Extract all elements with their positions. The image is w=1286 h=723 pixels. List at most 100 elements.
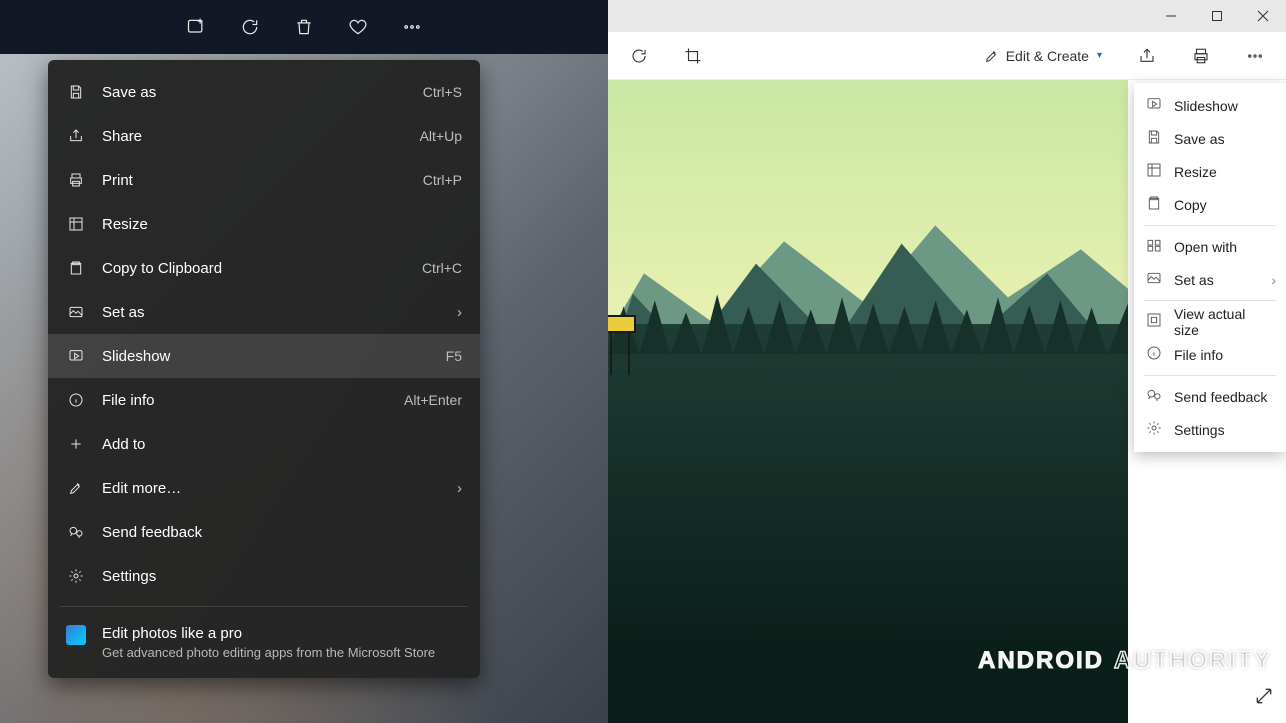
light-menu-openwith[interactable]: Open with bbox=[1134, 230, 1286, 263]
dark-menu-clipboard[interactable]: Copy to ClipboardCtrl+C bbox=[48, 246, 480, 290]
resize-icon bbox=[66, 214, 86, 234]
more-icon[interactable] bbox=[400, 15, 424, 39]
rotate-icon[interactable] bbox=[238, 15, 262, 39]
chevron-right-icon: › bbox=[457, 480, 462, 497]
light-menu-clipboard[interactable]: Copy bbox=[1134, 188, 1286, 221]
image-plus-icon[interactable] bbox=[184, 15, 208, 39]
dark-menu-share[interactable]: ShareAlt+Up bbox=[48, 114, 480, 158]
light-menu-label: Settings bbox=[1174, 422, 1225, 438]
dark-menu-label: Set as bbox=[102, 304, 457, 321]
light-menu-save[interactable]: Save as bbox=[1134, 122, 1286, 155]
crop-icon[interactable] bbox=[676, 41, 710, 71]
light-menu-resize[interactable]: Resize bbox=[1134, 155, 1286, 188]
more-icon[interactable] bbox=[1238, 41, 1272, 71]
trash-icon[interactable] bbox=[292, 15, 316, 39]
light-menu-feedback[interactable]: Send feedback bbox=[1134, 380, 1286, 413]
light-menu-label: Resize bbox=[1174, 164, 1217, 180]
window-titlebar bbox=[608, 0, 1286, 32]
light-menu-label: File info bbox=[1174, 347, 1223, 363]
dark-menu-label: Settings bbox=[102, 568, 462, 585]
viewactual-icon bbox=[1146, 312, 1162, 331]
save-icon bbox=[1146, 129, 1162, 148]
dark-toolbar bbox=[0, 0, 608, 54]
settings-icon bbox=[1146, 420, 1162, 439]
dark-menu-label: Print bbox=[102, 172, 423, 189]
dark-menu-shortcut: Ctrl+S bbox=[423, 84, 462, 100]
light-menu-slideshow[interactable]: Slideshow bbox=[1134, 89, 1286, 122]
light-menu-setas[interactable]: Set as › bbox=[1134, 263, 1286, 296]
heart-icon[interactable] bbox=[346, 15, 370, 39]
setas-icon bbox=[66, 302, 86, 322]
store-icon bbox=[66, 625, 86, 645]
setas-icon bbox=[1146, 270, 1162, 289]
dark-menu-feedback[interactable]: Send feedback bbox=[48, 510, 480, 554]
dark-menu-save[interactable]: Save asCtrl+S bbox=[48, 70, 480, 114]
light-menu-label: Open with bbox=[1174, 239, 1237, 255]
light-menu-label: Set as bbox=[1174, 272, 1214, 288]
fullscreen-icon[interactable] bbox=[1254, 686, 1274, 711]
edit-create-label: Edit & Create bbox=[1006, 48, 1089, 64]
print-icon[interactable] bbox=[1184, 41, 1218, 71]
promo-subtitle: Get advanced photo editing apps from the… bbox=[102, 645, 435, 660]
landscape-image bbox=[608, 80, 1128, 723]
left-window: Save asCtrl+SShareAlt+UpPrintCtrl+PResiz… bbox=[0, 0, 608, 723]
dark-menu-print[interactable]: PrintCtrl+P bbox=[48, 158, 480, 202]
edit-create-button[interactable]: Edit & Create ▾ bbox=[976, 42, 1110, 70]
maximize-button[interactable] bbox=[1194, 0, 1240, 32]
light-menu-label: View actual size bbox=[1174, 306, 1274, 338]
light-context-menu: Slideshow Save as Resize Copy Open with Set a… bbox=[1134, 83, 1286, 452]
clipboard-icon bbox=[66, 258, 86, 278]
dark-menu-label: Save as bbox=[102, 84, 423, 101]
chevron-down-icon: ▾ bbox=[1097, 50, 1102, 61]
light-menu-fileinfo[interactable]: File info bbox=[1134, 338, 1286, 371]
dark-menu-label: Resize bbox=[102, 216, 462, 233]
clipboard-icon bbox=[1146, 195, 1162, 214]
dark-menu-label: Copy to Clipboard bbox=[102, 260, 422, 277]
dark-menu-shortcut: Alt+Up bbox=[420, 128, 462, 144]
fileinfo-icon bbox=[1146, 345, 1162, 364]
minimize-button[interactable] bbox=[1148, 0, 1194, 32]
share-icon[interactable] bbox=[1130, 41, 1164, 71]
dark-menu-label: Add to bbox=[102, 436, 462, 453]
watermark-b: AUTHORITY bbox=[1114, 647, 1272, 675]
dark-menu-slideshow[interactable]: SlideshowF5 bbox=[48, 334, 480, 378]
light-menu-label: Slideshow bbox=[1174, 98, 1238, 114]
dark-menu-label: Edit more… bbox=[102, 480, 457, 497]
promo-title: Edit photos like a pro bbox=[102, 625, 435, 642]
dark-menu-label: Share bbox=[102, 128, 420, 145]
dark-menu-shortcut: Ctrl+C bbox=[422, 260, 462, 276]
dark-menu-settings[interactable]: Settings bbox=[48, 554, 480, 598]
settings-icon bbox=[66, 566, 86, 586]
fileinfo-icon bbox=[66, 390, 86, 410]
addto-icon bbox=[66, 434, 86, 454]
close-button[interactable] bbox=[1240, 0, 1286, 32]
rotate-icon[interactable] bbox=[622, 41, 656, 71]
chevron-right-icon: › bbox=[457, 304, 462, 321]
feedback-icon bbox=[66, 522, 86, 542]
feedback-icon bbox=[1146, 387, 1162, 406]
dark-menu-setas[interactable]: Set as› bbox=[48, 290, 480, 334]
promo-edit-like-pro[interactable]: Edit photos like a pro Get advanced photo… bbox=[48, 615, 480, 664]
watermark: ANDROID AUTHORITY bbox=[978, 647, 1272, 675]
dark-menu-resize[interactable]: Resize bbox=[48, 202, 480, 246]
light-menu-viewactual[interactable]: View actual size bbox=[1134, 305, 1286, 338]
light-toolbar: Edit & Create ▾ bbox=[608, 32, 1286, 80]
editmore-icon bbox=[66, 478, 86, 498]
dark-menu-shortcut: F5 bbox=[446, 348, 462, 364]
slideshow-icon bbox=[1146, 96, 1162, 115]
watermark-a: ANDROID bbox=[978, 647, 1104, 675]
dark-menu-fileinfo[interactable]: File infoAlt+Enter bbox=[48, 378, 480, 422]
dark-menu-label: Send feedback bbox=[102, 524, 462, 541]
light-menu-label: Send feedback bbox=[1174, 389, 1267, 405]
dark-menu-label: Slideshow bbox=[102, 348, 446, 365]
dark-menu-label: File info bbox=[102, 392, 404, 409]
dark-menu-addto[interactable]: Add to bbox=[48, 422, 480, 466]
light-menu-label: Copy bbox=[1174, 197, 1207, 213]
dark-menu-editmore[interactable]: Edit more…› bbox=[48, 466, 480, 510]
right-window: Edit & Create ▾ ANDROID AUTHORITY bbox=[608, 0, 1286, 723]
chevron-right-icon: › bbox=[1271, 272, 1276, 288]
light-menu-settings[interactable]: Settings bbox=[1134, 413, 1286, 446]
dark-context-menu: Save asCtrl+SShareAlt+UpPrintCtrl+PResiz… bbox=[48, 60, 480, 678]
dark-menu-shortcut: Alt+Enter bbox=[404, 392, 462, 408]
resize-icon bbox=[1146, 162, 1162, 181]
